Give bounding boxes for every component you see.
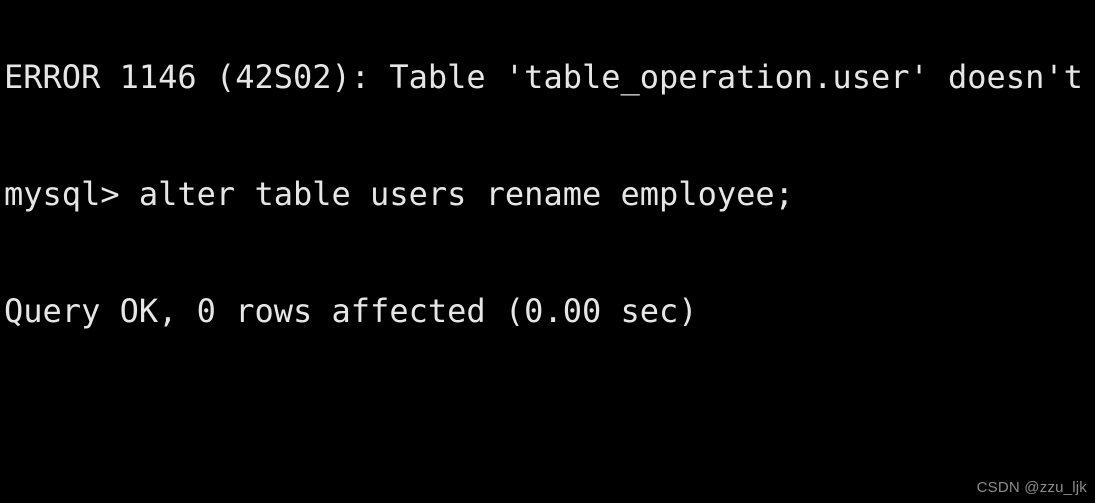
terminal-output[interactable]: ERROR 1146 (42S02): Table 'table_operati… [4, 0, 1095, 503]
terminal-line-query-ok: Query OK, 0 rows affected (0.00 sec) [4, 292, 698, 330]
watermark: CSDN @zzu_ljk [976, 479, 1087, 496]
terminal-line-command-alter: mysql> alter table users rename employee… [4, 175, 794, 213]
terminal-window[interactable]: ERROR 1146 (42S02): Table 'table_operati… [0, 0, 1095, 503]
terminal-line-error: ERROR 1146 (42S02): Table 'table_operati… [4, 58, 1095, 96]
